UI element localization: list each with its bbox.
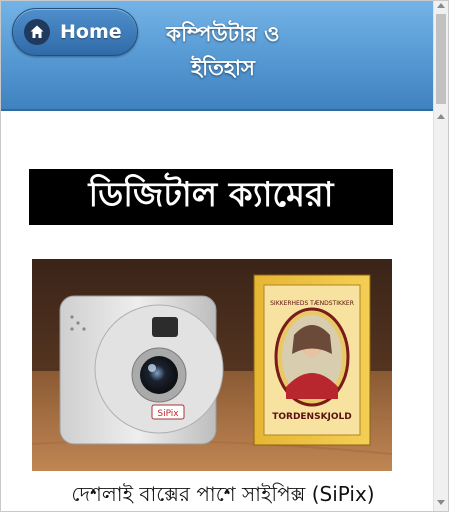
vertical-scrollbar[interactable] (433, 1, 448, 511)
app-window: Home কম্পিউটার ও ইতিহাস ডিজিটাল ক্যামেরা (0, 0, 449, 512)
camera-brand-label: SiPix (157, 409, 179, 419)
header-bar: Home কম্পিউটার ও ইতিহাস (1, 1, 434, 111)
scroll-up-arrow-icon[interactable] (437, 3, 445, 8)
page-title: কম্পিউটার ও ইতিহাস (143, 17, 303, 85)
matchbox-top-text: SIKKERHEDS TÆNDSTIKKER (270, 300, 354, 307)
article-heading: ডিজিটাল ক্যামেরা (29, 169, 393, 225)
scroll-up-arrow-icon-secondary[interactable] (437, 114, 445, 119)
home-button[interactable]: Home (12, 8, 138, 56)
camera-photo: SiPix SIKKERHEDS TÆNDSTIKKER TORDENSKJOL… (31, 259, 393, 471)
image-caption: দেশলাই বাক্সের পাশে সাইপিক্স (SiPix) (71, 482, 375, 506)
scrollbar-thumb[interactable] (436, 14, 446, 104)
scroll-down-arrow-icon[interactable] (437, 500, 445, 505)
page-title-line2: ইতিহাস (191, 56, 255, 80)
page-title-line1: কম্পিউটার ও (166, 22, 280, 46)
home-icon (24, 19, 50, 45)
matchbox-bottom-text: TORDENSKJOLD (272, 412, 352, 422)
home-label: Home (60, 21, 122, 43)
